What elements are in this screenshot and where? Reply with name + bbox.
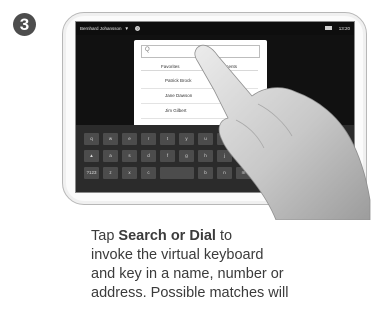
- clock-time: 13:20: [338, 26, 350, 31]
- caption-line-3: and key in a name, number or: [91, 266, 284, 282]
- keyboard-row-3: ?123 z x c b n m: [84, 167, 251, 179]
- search-or-dial-field[interactable]: Q: [141, 45, 260, 58]
- key[interactable]: g: [179, 150, 194, 162]
- key[interactable]: x: [122, 167, 137, 179]
- key[interactable]: p: [255, 133, 270, 145]
- caption-text: Tap: [91, 228, 119, 244]
- contact-item[interactable]: Jane Dawson: [141, 89, 258, 104]
- key[interactable]: r: [141, 133, 156, 145]
- key[interactable]: d: [141, 150, 156, 162]
- virtual-keyboard: q w e r t y u i o p ▲ a s d f g h j k l …: [76, 125, 354, 192]
- key[interactable]: j: [217, 150, 232, 162]
- key[interactable]: l: [255, 150, 270, 162]
- key[interactable]: b: [198, 167, 213, 179]
- contact-item[interactable]: Jim Gilbert: [141, 104, 258, 119]
- caption-line-2: invoke the virtual keyboard: [91, 247, 264, 263]
- directory-tabs: Favorites Recents: [141, 62, 258, 71]
- key[interactable]: q: [84, 133, 99, 145]
- key[interactable]: c: [141, 167, 156, 179]
- key[interactable]: f: [160, 150, 175, 162]
- caption-line-4: address. Possible matches will: [91, 285, 289, 301]
- status-bar: Bernhard Johansson ▼ ? 13:20: [76, 22, 354, 35]
- tab-favorites[interactable]: Favorites: [141, 62, 200, 71]
- key[interactable]: e: [122, 133, 137, 145]
- keyboard-row-2: ▲ a s d f g h j k l: [84, 150, 270, 162]
- help-icon[interactable]: ?: [135, 26, 140, 31]
- key[interactable]: s: [122, 150, 137, 162]
- space-key[interactable]: [160, 167, 194, 179]
- caption-line-1: Tap Search or Dial to: [91, 227, 377, 246]
- key[interactable]: o: [236, 133, 251, 145]
- key[interactable]: u: [198, 133, 213, 145]
- key[interactable]: z: [103, 167, 118, 179]
- home-button[interactable]: [286, 194, 310, 204]
- numbers-key[interactable]: ?123: [84, 167, 99, 179]
- caption-text: to: [215, 228, 233, 244]
- key[interactable]: w: [103, 133, 118, 145]
- step-number-badge: 3: [13, 13, 36, 36]
- key[interactable]: m: [236, 167, 251, 179]
- key[interactable]: n: [217, 167, 232, 179]
- contact-item[interactable]: Patrick Brock: [141, 74, 258, 89]
- key[interactable]: t: [160, 133, 175, 145]
- search-dial-panel: Q Favorites Recents Patrick Brock Jane D…: [134, 40, 267, 130]
- key[interactable]: k: [236, 150, 251, 162]
- instruction-caption: Tap Search or Dial to invoke the virtual…: [91, 227, 377, 303]
- shift-key[interactable]: ▲: [84, 150, 99, 162]
- key[interactable]: i: [217, 133, 232, 145]
- caption-emphasis: Search or Dial: [118, 228, 216, 244]
- touch-panel-device: Bernhard Johansson ▼ ? 13:20 Q Favorites…: [62, 12, 367, 205]
- contact-list: Patrick Brock Jane Dawson Jim Gilbert: [141, 74, 258, 119]
- keyboard-row-1: q w e r t y u i o p: [84, 133, 270, 145]
- search-icon: Q: [145, 47, 150, 53]
- key[interactable]: y: [179, 133, 194, 145]
- tab-recents[interactable]: Recents: [199, 62, 258, 71]
- search-input[interactable]: [152, 46, 252, 56]
- key[interactable]: a: [103, 150, 118, 162]
- user-menu-caret-icon[interactable]: ▼: [125, 26, 129, 31]
- device-screen: Bernhard Johansson ▼ ? 13:20 Q Favorites…: [75, 21, 355, 193]
- user-name[interactable]: Bernhard Johansson: [80, 26, 122, 31]
- key[interactable]: h: [198, 150, 213, 162]
- camera-icon[interactable]: [325, 26, 332, 30]
